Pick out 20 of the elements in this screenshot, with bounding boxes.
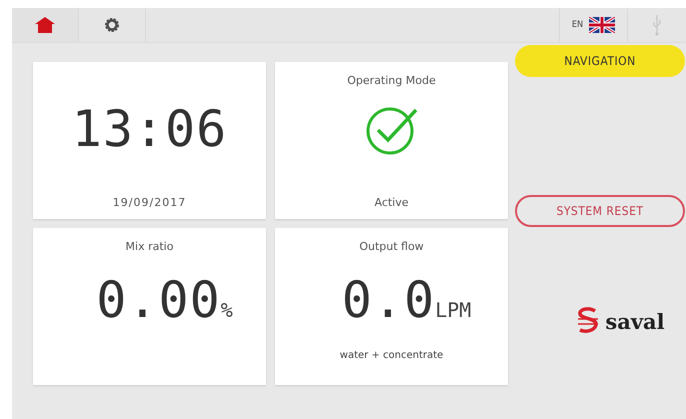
unit-label: LPM — [435, 298, 472, 322]
settings-icon — [104, 17, 120, 33]
flag-icon — [589, 17, 615, 33]
reset-button[interactable]: SYSTEM RESET — [515, 195, 685, 227]
reading-value: 0.0 — [342, 271, 436, 329]
date-text: 19/09/2017 — [112, 196, 186, 209]
home-tab[interactable] — [12, 8, 79, 42]
logo-text: saval — [605, 308, 665, 334]
card-title: Output flow — [359, 240, 424, 253]
status-text: Active — [374, 196, 409, 209]
unit-label: % — [220, 298, 233, 322]
clock-time: 13:06 — [72, 100, 228, 158]
reading-caption: water + concentrate — [340, 350, 444, 361]
usb-icon — [652, 14, 662, 36]
card-title: Mix ratio — [126, 240, 174, 253]
language-button[interactable]: EN — [558, 8, 628, 42]
navigation-button[interactable]: NAVIGATION — [515, 45, 685, 77]
reading-value: 0.00 — [96, 271, 221, 329]
home-icon — [34, 16, 56, 34]
card-title: Operating Mode — [347, 74, 436, 87]
